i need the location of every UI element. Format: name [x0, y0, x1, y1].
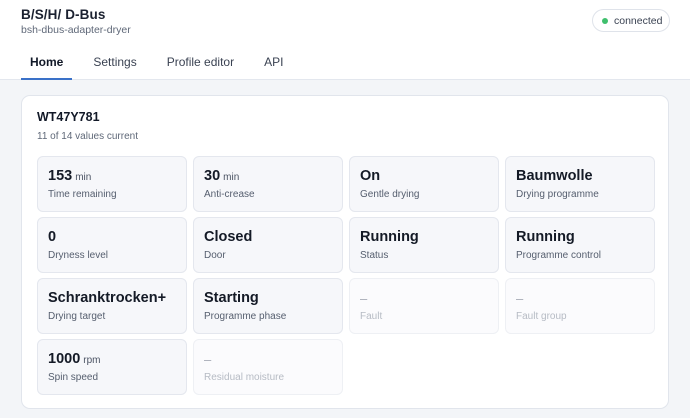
app-title: B/S/H/ D-Bus — [21, 7, 106, 22]
tab-home[interactable]: Home — [21, 52, 73, 80]
tile-value: Baumwolle — [516, 167, 644, 186]
tile-label: Time remaining — [48, 189, 117, 200]
value-tile: 30 min Anti-crease — [193, 156, 343, 212]
tile-label: Programme phase — [204, 311, 287, 322]
tile-value-text: 153 — [48, 168, 73, 184]
tile-value-text: On — [360, 168, 381, 184]
tile-value: 1000 rpm — [48, 350, 176, 369]
value-tile: Closed Door — [193, 217, 343, 273]
tile-value: 30 min — [204, 167, 332, 186]
device-card: WT47Y781 11 of 14 values current 153 min T… — [21, 95, 669, 409]
value-tile: Baumwolle Drying programme — [505, 156, 655, 212]
status-dot-icon — [602, 17, 608, 24]
connection-status-badge: connected — [592, 9, 670, 32]
tile-value-text: – — [360, 291, 368, 306]
tile-value: Running — [516, 228, 644, 247]
tile-value-text: Running — [360, 229, 419, 245]
tile-value-text: 30 — [204, 168, 221, 184]
values-summary: 11 of 14 values current — [37, 131, 138, 142]
tile-value-text: Baumwolle — [516, 168, 593, 184]
tile-value-text: Starting — [204, 290, 259, 306]
value-grid: 153 min Time remaining 30 min Anti-crease On Ge… — [37, 156, 655, 395]
tile-value-text: Closed — [204, 229, 253, 245]
value-tile: Schranktrocken+ Drying target — [37, 278, 187, 334]
tile-label: Drying target — [48, 311, 106, 322]
tile-value-text: 0 — [48, 229, 57, 245]
value-tile: On Gentle drying — [349, 156, 499, 212]
connection-status-text: connected — [614, 14, 663, 27]
tile-label: Spin speed — [48, 372, 99, 383]
tile-value-text: – — [516, 291, 524, 306]
tile-value: – — [360, 289, 488, 308]
tile-label: Anti-crease — [204, 189, 255, 200]
value-tile: Starting Programme phase — [193, 278, 343, 334]
tile-value: Running — [360, 228, 488, 247]
value-tile: 153 min Time remaining — [37, 156, 187, 212]
device-model: WT47Y781 — [37, 110, 100, 124]
tab-bar: Home Settings Profile editor API — [21, 52, 304, 80]
tile-value: – — [516, 289, 644, 308]
tile-value: Starting — [204, 289, 332, 308]
value-tile: – Residual moisture — [193, 339, 343, 395]
tile-label: Fault — [360, 311, 383, 322]
value-tile: Running Programme control — [505, 217, 655, 273]
tile-value: 153 min — [48, 167, 176, 186]
value-tile: 0 Dryness level — [37, 217, 187, 273]
tile-value: 0 — [48, 228, 176, 247]
top-bar: B/S/H/ D-Bus bsh-dbus-adapter-dryer conn… — [0, 0, 690, 80]
tile-value-text: Schranktrocken+ — [48, 290, 167, 306]
tab-settings[interactable]: Settings — [84, 52, 145, 79]
tile-label: Status — [360, 250, 389, 261]
tile-value: Schranktrocken+ — [48, 289, 176, 308]
tile-unit: rpm — [83, 355, 101, 366]
tile-value-text: – — [204, 352, 212, 367]
tile-label: Gentle drying — [360, 189, 420, 200]
tile-value: On — [360, 167, 488, 186]
tile-label: Fault group — [516, 311, 567, 322]
tile-value: – — [204, 350, 332, 369]
tile-label: Drying programme — [516, 189, 599, 200]
tile-unit: min — [75, 172, 92, 183]
tile-value-text: 1000 — [48, 351, 81, 367]
tab-api[interactable]: API — [255, 52, 292, 79]
tile-label: Programme control — [516, 250, 602, 261]
tile-value: Closed — [204, 228, 332, 247]
app-subtitle: bsh-dbus-adapter-dryer — [21, 24, 131, 36]
tile-label: Dryness level — [48, 250, 109, 261]
value-tile: 1000 rpm Spin speed — [37, 339, 187, 395]
value-tile: Running Status — [349, 217, 499, 273]
value-tile: – Fault group — [505, 278, 655, 334]
value-tile: – Fault — [349, 278, 499, 334]
tile-label: Door — [204, 250, 226, 261]
tile-label: Residual moisture — [204, 372, 285, 383]
tile-value-text: Running — [516, 229, 575, 245]
tile-unit: min — [223, 172, 240, 183]
tab-profile-editor[interactable]: Profile editor — [158, 52, 243, 79]
